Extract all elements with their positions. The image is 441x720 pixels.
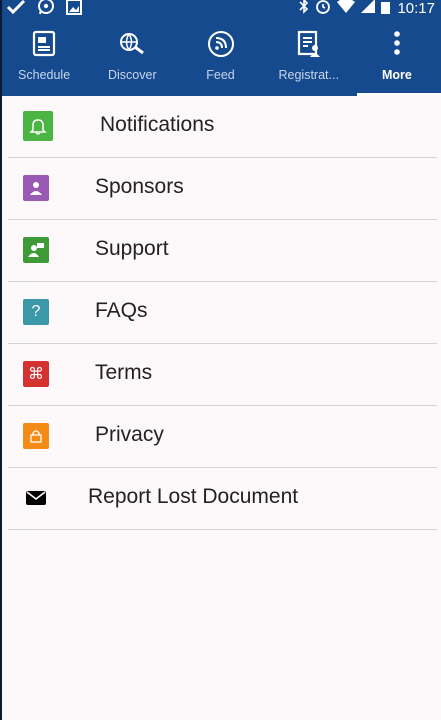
check-icon (6, 0, 26, 21)
tab-label: More (381, 68, 412, 82)
menu-item-report-lost-document[interactable]: Report Lost Document (8, 468, 437, 530)
menu-item-label: Sponsors (95, 175, 184, 198)
envelope-icon (23, 485, 49, 511)
image-icon (66, 0, 82, 20)
wifi-icon (337, 0, 356, 18)
sponsor-icon (23, 175, 49, 201)
menu-item-label: FAQs (95, 299, 148, 322)
tab-schedule[interactable]: Schedule (0, 26, 88, 96)
signal-icon (361, 0, 376, 18)
menu-item-notifications[interactable]: Notifications (8, 96, 437, 158)
menu-item-label: Report Lost Document (88, 485, 299, 508)
whatsapp-icon (36, 0, 56, 21)
menu-item-terms[interactable]: ⌘ Terms (8, 344, 437, 406)
menu-item-support[interactable]: Support (8, 220, 437, 282)
tab-label: Schedule (18, 68, 71, 82)
tab-label: Feed (206, 68, 235, 82)
tab-discover[interactable]: Discover (88, 26, 176, 96)
app-bar: 10:17 Schedule Discover Feed Registrat..… (0, 0, 441, 96)
tab-label: Registrat... (278, 68, 339, 82)
rss-icon (206, 29, 236, 59)
schedule-icon (29, 29, 59, 59)
question-icon: ? (23, 299, 49, 325)
tab-more[interactable]: More (353, 26, 441, 96)
status-bar: 10:17 (0, 0, 441, 18)
menu-item-label: Terms (95, 361, 153, 384)
lock-icon (23, 423, 49, 449)
clock-time: 10:17 (397, 0, 435, 17)
support-icon (23, 237, 49, 263)
more-vertical-icon (382, 29, 412, 59)
tab-feed[interactable]: Feed (176, 26, 264, 96)
command-icon: ⌘ (23, 361, 49, 387)
bluetooth-icon (299, 0, 309, 18)
tab-registration[interactable]: Registrat... (265, 26, 353, 96)
menu-item-label: Notifications (100, 113, 215, 136)
tab-bar: Schedule Discover Feed Registrat... More (0, 26, 441, 96)
globe-search-icon (117, 29, 147, 59)
menu-item-sponsors[interactable]: Sponsors (8, 158, 437, 220)
window-frame (0, 0, 2, 720)
bell-icon (23, 111, 53, 141)
alarm-icon (315, 0, 331, 18)
registration-icon (294, 29, 324, 59)
menu-item-faqs[interactable]: ? FAQs (8, 282, 437, 344)
more-menu-list: Notifications Sponsors Support ? FAQs ⌘ … (0, 96, 441, 530)
menu-item-label: Privacy (95, 423, 164, 446)
tab-label: Discover (107, 68, 157, 82)
battery-icon (381, 0, 391, 18)
menu-item-label: Support (95, 237, 169, 260)
menu-item-privacy[interactable]: Privacy (8, 406, 437, 468)
